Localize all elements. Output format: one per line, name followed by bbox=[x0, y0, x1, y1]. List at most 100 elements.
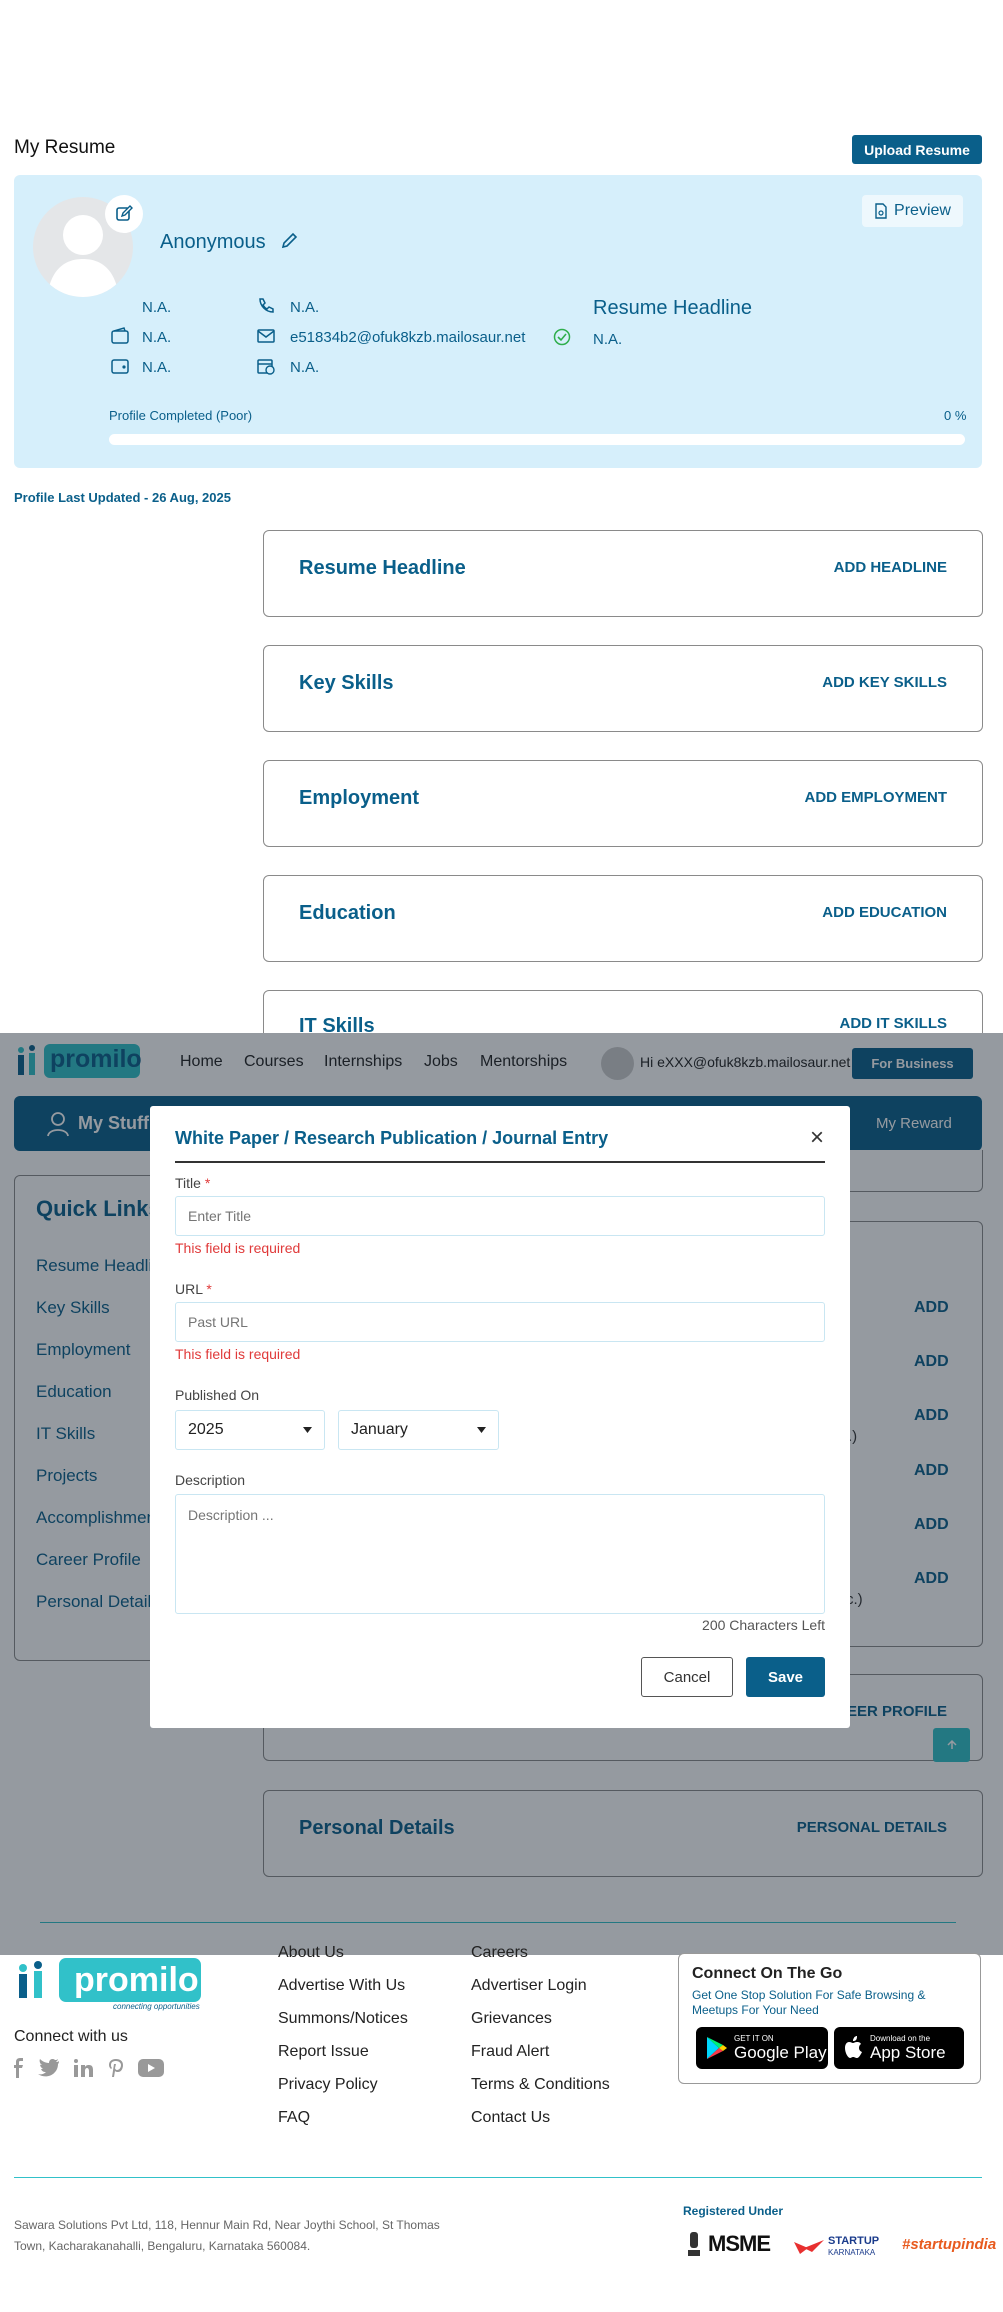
logo-text: promilo bbox=[74, 1961, 199, 1999]
add-key-skills-button[interactable]: ADD KEY SKILLS bbox=[822, 674, 947, 691]
experience-value: N.A. bbox=[142, 299, 172, 316]
section-title: Resume Headline bbox=[299, 557, 466, 579]
resume-headline-label: Resume Headline bbox=[593, 297, 752, 319]
location-wallet-icon bbox=[111, 359, 129, 374]
month-select[interactable]: January bbox=[338, 1410, 499, 1450]
title-error: This field is required bbox=[175, 1240, 301, 1256]
salary-value: N.A. bbox=[142, 329, 172, 346]
linkedin-icon[interactable] bbox=[74, 2059, 94, 2077]
url-label-text: URL bbox=[175, 1281, 203, 1297]
required-mark: * bbox=[204, 1175, 211, 1191]
page-title: My Resume bbox=[14, 137, 116, 158]
year-select[interactable]: 2025 bbox=[175, 1410, 325, 1450]
footer-link-advertise[interactable]: Advertise With Us bbox=[278, 1977, 405, 1995]
title-label: Title * bbox=[175, 1175, 210, 1191]
logo-tagline: connecting opportunities bbox=[113, 2002, 200, 2011]
notice-period-value: N.A. bbox=[290, 359, 320, 376]
close-icon[interactable]: × bbox=[810, 1124, 824, 1152]
facebook-icon[interactable] bbox=[14, 2058, 24, 2078]
footer-link-about[interactable]: About Us bbox=[278, 1944, 344, 1962]
connect-on-the-go-title: Connect On The Go bbox=[692, 1965, 843, 1982]
footer-link-advertiser-login[interactable]: Advertiser Login bbox=[471, 1977, 587, 1995]
characters-left: 200 Characters Left bbox=[702, 1617, 825, 1633]
connect-on-the-go-subtitle: Get One Stop Solution For Safe Browsing … bbox=[692, 1988, 926, 2017]
add-education-button[interactable]: ADD EDUCATION bbox=[822, 904, 947, 921]
upload-resume-button[interactable]: Upload Resume bbox=[852, 135, 982, 164]
edit-photo-button[interactable] bbox=[105, 195, 143, 233]
preview-button[interactable]: Preview bbox=[862, 195, 963, 227]
twitter-icon[interactable] bbox=[38, 2059, 60, 2077]
profile-progress-bar bbox=[109, 434, 965, 445]
profile-name: Anonymous bbox=[160, 231, 266, 253]
edit-icon bbox=[116, 205, 133, 221]
footer-link-report-issue[interactable]: Report Issue bbox=[278, 2043, 369, 2061]
msme-text: MSME bbox=[708, 2231, 771, 2256]
footer-link-fraud-alert[interactable]: Fraud Alert bbox=[471, 2043, 549, 2061]
modal-title-divider bbox=[175, 1161, 825, 1163]
email-value: e51834b2@ofuk8kzb.mailosaur.net bbox=[290, 329, 526, 346]
connect-on-the-go-box: Connect On The Go Get One Stop Solution … bbox=[678, 1953, 981, 2084]
footer-link-grievances[interactable]: Grievances bbox=[471, 2010, 552, 2028]
startup-karnataka-line2: KARNATAKA bbox=[828, 2248, 876, 2257]
section-resume-headline: Resume Headline ADD HEADLINE bbox=[263, 530, 983, 617]
url-label: URL * bbox=[175, 1281, 212, 1297]
mail-icon bbox=[257, 329, 275, 343]
google-play-icon bbox=[707, 2037, 727, 2059]
section-education: Education ADD EDUCATION bbox=[263, 875, 983, 962]
preview-label: Preview bbox=[894, 202, 951, 219]
caret-down-icon bbox=[477, 1427, 486, 1433]
footer-link-privacy[interactable]: Privacy Policy bbox=[278, 2076, 378, 2094]
modal-title: White Paper / Research Publication / Jou… bbox=[175, 1128, 609, 1148]
title-input[interactable] bbox=[175, 1196, 825, 1236]
company-address-line1: Sawara Solutions Pvt Ltd, 118, Hennur Ma… bbox=[14, 2218, 440, 2232]
registered-under-label: Registered Under bbox=[683, 2204, 784, 2218]
connect-with-us-label: Connect with us bbox=[14, 2028, 128, 2045]
footer-link-contact[interactable]: Contact Us bbox=[471, 2109, 550, 2127]
white-paper-modal: White Paper / Research Publication / Jou… bbox=[150, 1106, 850, 1728]
profile-completed-label: Profile Completed (Poor) bbox=[109, 408, 253, 423]
pinterest-icon[interactable] bbox=[108, 2058, 124, 2078]
msme-logo: MSME bbox=[686, 2230, 771, 2258]
save-button[interactable]: Save bbox=[746, 1657, 825, 1697]
footer-bottom-divider bbox=[14, 2177, 982, 2178]
startupindia-logo: #startupindia bbox=[902, 2236, 997, 2253]
wallet-icon bbox=[111, 327, 129, 344]
calendar-clock-icon bbox=[257, 359, 275, 375]
cancel-button[interactable]: Cancel bbox=[641, 1657, 733, 1697]
google-play-button[interactable]: GET IT ON Google Play bbox=[696, 2027, 828, 2069]
startup-karnataka-logo: STARTUP KARNATAKA bbox=[794, 2236, 879, 2258]
footer-link-careers[interactable]: Careers bbox=[471, 1944, 528, 1962]
profile-last-updated: Profile Last Updated - 26 Aug, 2025 bbox=[14, 490, 231, 505]
add-it-skills-button[interactable]: ADD IT SKILLS bbox=[840, 1015, 948, 1032]
edit-name-button[interactable] bbox=[280, 232, 298, 255]
location-value: N.A. bbox=[142, 359, 172, 376]
pencil-icon bbox=[281, 232, 298, 249]
phone-icon bbox=[259, 298, 274, 313]
document-icon bbox=[875, 203, 887, 219]
youtube-icon[interactable] bbox=[138, 2058, 164, 2078]
profile-card: Anonymous Preview N.A. N.A. N.A. e51834b… bbox=[14, 175, 982, 468]
emblem-icon bbox=[688, 2232, 700, 2256]
footer-logo[interactable]: promilo connecting opportunities bbox=[14, 1955, 204, 2016]
app-store-button[interactable]: Download on the App Store bbox=[834, 2027, 964, 2069]
phone-value: N.A. bbox=[290, 299, 320, 316]
published-on-label: Published On bbox=[175, 1387, 260, 1403]
profile-completed-percent: 0 % bbox=[944, 408, 967, 423]
description-label: Description bbox=[175, 1472, 246, 1488]
resume-headline-value: N.A. bbox=[593, 331, 623, 348]
app-store-big: App Store bbox=[870, 2042, 946, 2062]
url-error: This field is required bbox=[175, 1346, 301, 1362]
apple-icon bbox=[845, 2036, 862, 2058]
url-input[interactable] bbox=[175, 1302, 825, 1342]
footer-link-summons[interactable]: Summons/Notices bbox=[278, 2010, 408, 2028]
google-play-big: Google Play bbox=[734, 2042, 827, 2062]
add-employment-button[interactable]: ADD EMPLOYMENT bbox=[805, 789, 948, 806]
add-headline-button[interactable]: ADD HEADLINE bbox=[834, 559, 947, 576]
social-links bbox=[14, 2058, 164, 2078]
startup-karnataka-icon bbox=[794, 2240, 824, 2254]
description-textarea[interactable] bbox=[175, 1494, 825, 1614]
section-employment: Employment ADD EMPLOYMENT bbox=[263, 760, 983, 847]
footer-link-faq[interactable]: FAQ bbox=[278, 2109, 310, 2127]
startup-karnataka-line1: STARTUP bbox=[828, 2235, 880, 2247]
footer-link-terms[interactable]: Terms & Conditions bbox=[471, 2076, 610, 2094]
